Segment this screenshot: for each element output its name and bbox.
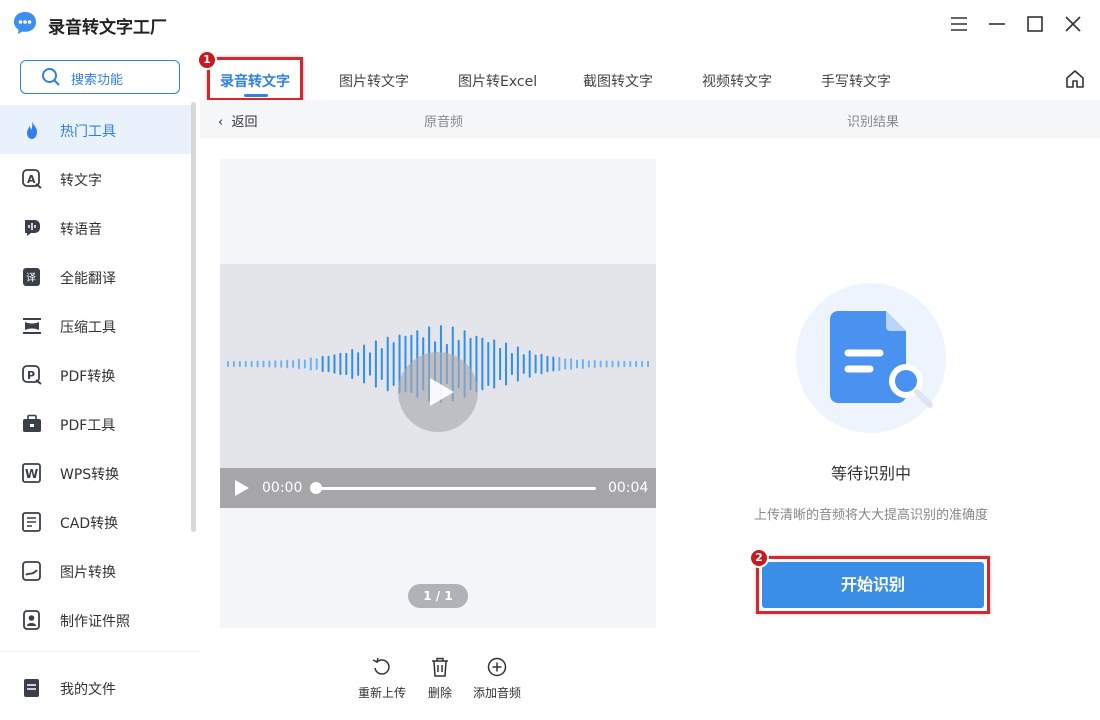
duration: 00:04 xyxy=(608,480,649,496)
voice-icon xyxy=(25,220,40,236)
home-icon[interactable] xyxy=(1064,68,1086,90)
audio-player[interactable]: 00:00 00:04 xyxy=(220,264,656,508)
sidebar-item-label: 制作证件照 xyxy=(60,614,130,630)
chevron-left-icon: ‹ xyxy=(218,115,232,130)
sidebar-item-label: 我的文件 xyxy=(60,682,116,698)
player-controls: 00:00 00:04 xyxy=(220,468,656,508)
sidebar-item-wps-convert[interactable]: W WPS转换 xyxy=(0,448,196,497)
tab-image-to-excel[interactable]: 图片转Excel xyxy=(458,71,537,91)
sidebar-item-image-convert[interactable]: 图片转换 xyxy=(0,546,196,595)
toolbox-icon xyxy=(23,414,41,432)
sidebar-item-compress[interactable]: 压缩工具 xyxy=(0,301,196,350)
sidebar-item-hot-tools[interactable]: 热门工具 xyxy=(0,105,196,154)
sidebar-item-my-files[interactable]: 我的文件 xyxy=(0,663,196,712)
tab-image-to-text[interactable]: 图片转文字 xyxy=(339,71,409,91)
sidebar-item-label: PDF工具 xyxy=(60,418,116,434)
svg-text:译: 译 xyxy=(26,272,36,284)
sidebar-item-label: 热门工具 xyxy=(60,124,116,140)
cad-icon xyxy=(22,512,41,532)
sidebar-item-to-text[interactable]: A 转文字 xyxy=(0,154,196,203)
sidebar-item-cad-convert[interactable]: CAD转换 xyxy=(0,497,196,546)
step-badge-1: 1 xyxy=(197,50,217,70)
close-icon[interactable] xyxy=(1061,12,1085,36)
title-bar: 录音转文字工厂 xyxy=(0,0,1100,48)
upload-hint: 上传清晰的音频将大大提高识别的准确度 xyxy=(753,508,988,523)
minimize-icon[interactable] xyxy=(985,12,1009,36)
back-label: 返回 xyxy=(231,115,258,130)
sidebar-item-label: 转文字 xyxy=(60,173,102,189)
tab-bar: 录音转文字 图片转文字 图片转Excel 截图转文字 视频转文字 手写转文字 1 xyxy=(197,48,1100,101)
compress-icon xyxy=(23,318,41,334)
search-button[interactable]: 搜索功能 xyxy=(20,60,180,94)
main-area: 录音转文字 图片转文字 图片转Excel 截图转文字 视频转文字 手写转文字 1… xyxy=(197,48,1100,720)
audio-panel: 00:00 00:04 1 / 1 xyxy=(220,159,656,628)
tab-handwriting-to-text[interactable]: 手写转文字 xyxy=(821,71,891,91)
sidebar-scrollbar[interactable] xyxy=(191,102,196,532)
wps-icon: W xyxy=(22,463,41,483)
id-photo-icon xyxy=(23,610,40,630)
sidebar-item-label: 全能翻译 xyxy=(60,271,116,287)
add-audio-button[interactable]: 添加音频 xyxy=(473,656,521,701)
step-badge-2: 2 xyxy=(749,548,769,568)
document-search-icon xyxy=(796,283,946,433)
sidebar-item-to-voice[interactable]: 转语音 xyxy=(0,203,196,252)
menu-icon[interactable] xyxy=(947,12,971,36)
text-convert-icon: A xyxy=(22,169,42,189)
file-icon xyxy=(24,679,39,697)
sidebar-divider xyxy=(0,651,200,652)
back-button[interactable]: ‹ 返回 xyxy=(218,111,257,130)
tab-video-to-text[interactable]: 视频转文字 xyxy=(702,71,772,91)
sidebar-item-label: PDF转换 xyxy=(60,369,116,385)
sidebar-item-label: 压缩工具 xyxy=(60,320,116,336)
sidebar-item-label: 转语音 xyxy=(60,222,102,238)
big-play-button[interactable] xyxy=(398,352,478,432)
svg-text:P: P xyxy=(27,369,35,382)
current-time: 00:00 xyxy=(262,480,303,496)
reload-icon xyxy=(372,657,390,675)
progress-knob[interactable] xyxy=(310,482,322,494)
content-area: 00:00 00:04 1 / 1 重新上传 删除 添加音频 等待识别中 上传清… xyxy=(200,138,1100,720)
sidebar: 搜索功能 热门工具 A 转文字 转语音 译 全能翻译 压缩工具 P PDF转换 … xyxy=(0,48,200,720)
sidebar-item-pdf-tools[interactable]: PDF工具 xyxy=(0,399,196,448)
pdf-convert-icon: P xyxy=(22,365,42,385)
sidebar-item-translate[interactable]: 译 全能翻译 xyxy=(0,252,196,301)
add-circle-icon xyxy=(487,657,507,677)
button-highlight-box xyxy=(756,556,990,614)
sidebar-item-pdf-convert[interactable]: P PDF转换 xyxy=(0,350,196,399)
svg-text:A: A xyxy=(27,173,36,186)
search-icon xyxy=(42,68,60,86)
progress-bar[interactable] xyxy=(316,487,596,490)
tab-highlight-box xyxy=(207,57,303,101)
recognition-result-title: 识别结果 xyxy=(847,115,900,130)
app-logo-icon xyxy=(14,12,36,34)
search-label: 搜索功能 xyxy=(71,73,124,88)
sidebar-item-id-photo[interactable]: 制作证件照 xyxy=(0,595,196,644)
tab-screenshot-to-text[interactable]: 截图转文字 xyxy=(583,71,653,91)
sidebar-item-label: CAD转换 xyxy=(60,516,119,532)
svg-text:W: W xyxy=(25,467,38,481)
sidebar-item-label: WPS转换 xyxy=(60,467,120,483)
image-icon xyxy=(22,561,41,581)
maximize-icon[interactable] xyxy=(1023,12,1047,36)
trash-icon xyxy=(432,657,448,677)
reupload-button[interactable]: 重新上传 xyxy=(358,656,406,701)
flame-icon xyxy=(27,121,37,139)
play-icon[interactable] xyxy=(234,479,250,497)
original-audio-title: 原音频 xyxy=(424,115,464,130)
sidebar-item-label: 图片转换 xyxy=(60,565,116,581)
play-icon xyxy=(430,378,454,406)
app-title: 录音转文字工厂 xyxy=(48,18,167,38)
sub-header: ‹ 返回 原音频 识别结果 xyxy=(200,100,1100,138)
page-indicator: 1 / 1 xyxy=(408,584,468,608)
delete-button[interactable]: 删除 xyxy=(428,656,452,701)
translate-icon: 译 xyxy=(23,268,40,286)
recognition-status: 等待识别中 xyxy=(830,464,911,483)
